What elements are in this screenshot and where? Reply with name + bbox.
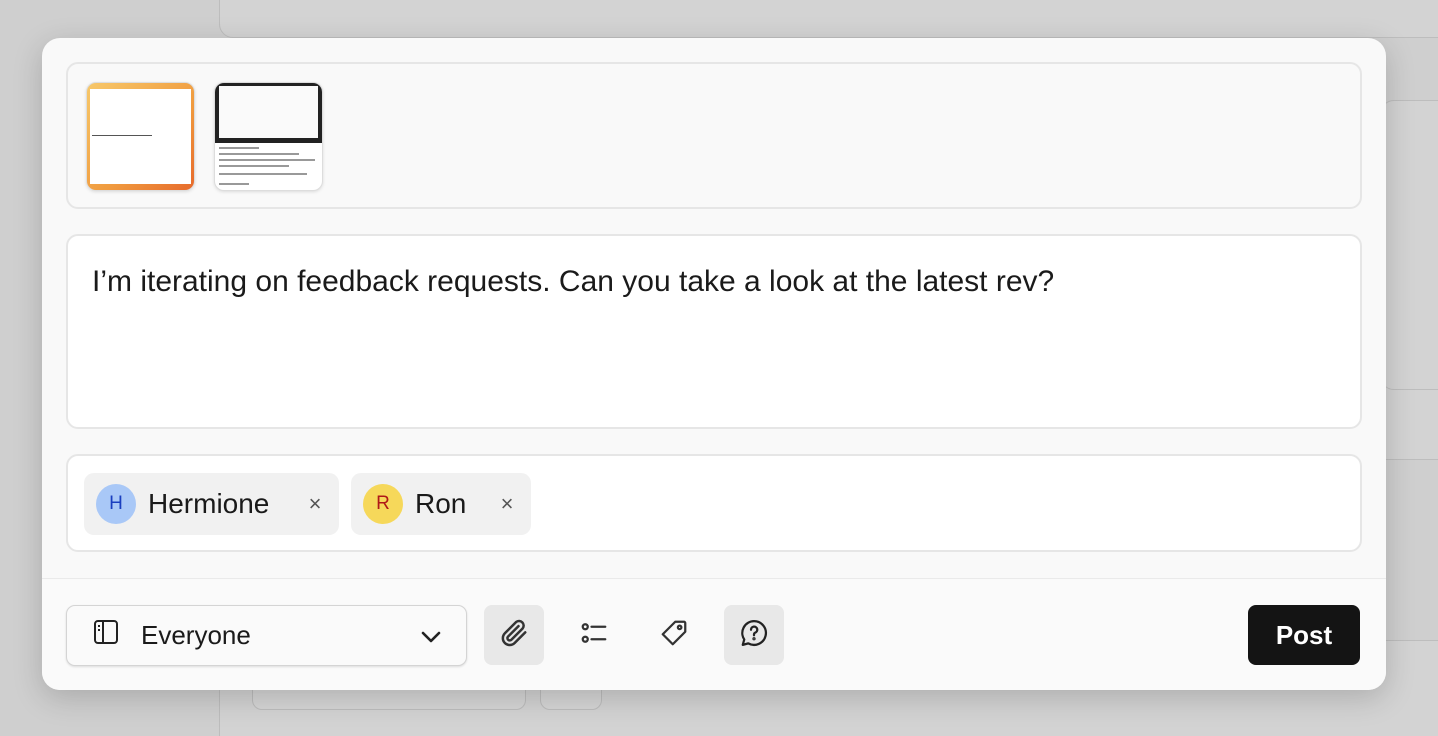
post-button[interactable]: Post bbox=[1248, 605, 1360, 665]
question-bubble-icon bbox=[739, 618, 769, 653]
remove-recipient-icon[interactable]: × bbox=[495, 491, 519, 517]
sidebar-panel-icon bbox=[93, 619, 119, 652]
avatar: R bbox=[363, 484, 403, 524]
chevron-down-icon bbox=[420, 620, 442, 651]
checklist-icon bbox=[579, 618, 609, 653]
audience-label: Everyone bbox=[141, 620, 251, 650]
recipient-chip-hermione: H Hermione × bbox=[84, 473, 339, 535]
background-card bbox=[1380, 100, 1438, 390]
remove-recipient-icon[interactable]: × bbox=[303, 491, 327, 517]
avatar: H bbox=[96, 484, 136, 524]
recipients-field[interactable]: H Hermione × R Ron × bbox=[66, 454, 1362, 552]
composer-footer: Everyone Post bbox=[42, 578, 1386, 690]
attachment-thumbnail-1[interactable] bbox=[86, 82, 195, 191]
paperclip-icon bbox=[499, 618, 529, 653]
background-card bbox=[219, 0, 1438, 38]
recipient-name: Hermione bbox=[148, 488, 270, 519]
tag-icon bbox=[659, 618, 689, 653]
recipient-chip-ron: R Ron × bbox=[351, 473, 531, 535]
checklist-button[interactable] bbox=[564, 605, 624, 665]
audience-dropdown[interactable]: Everyone bbox=[66, 605, 467, 666]
recipient-name: Ron bbox=[415, 488, 467, 519]
tag-button[interactable] bbox=[644, 605, 704, 665]
feedback-composer-modal: I’m iterating on feedback requests. Can … bbox=[42, 38, 1386, 690]
message-input[interactable]: I’m iterating on feedback requests. Can … bbox=[66, 234, 1362, 429]
attachment-thumbnail-2[interactable] bbox=[214, 82, 323, 191]
attachments-area bbox=[66, 62, 1362, 209]
feedback-request-button[interactable] bbox=[724, 605, 784, 665]
message-text: I’m iterating on feedback requests. Can … bbox=[92, 265, 1055, 298]
attach-file-button[interactable] bbox=[484, 605, 544, 665]
